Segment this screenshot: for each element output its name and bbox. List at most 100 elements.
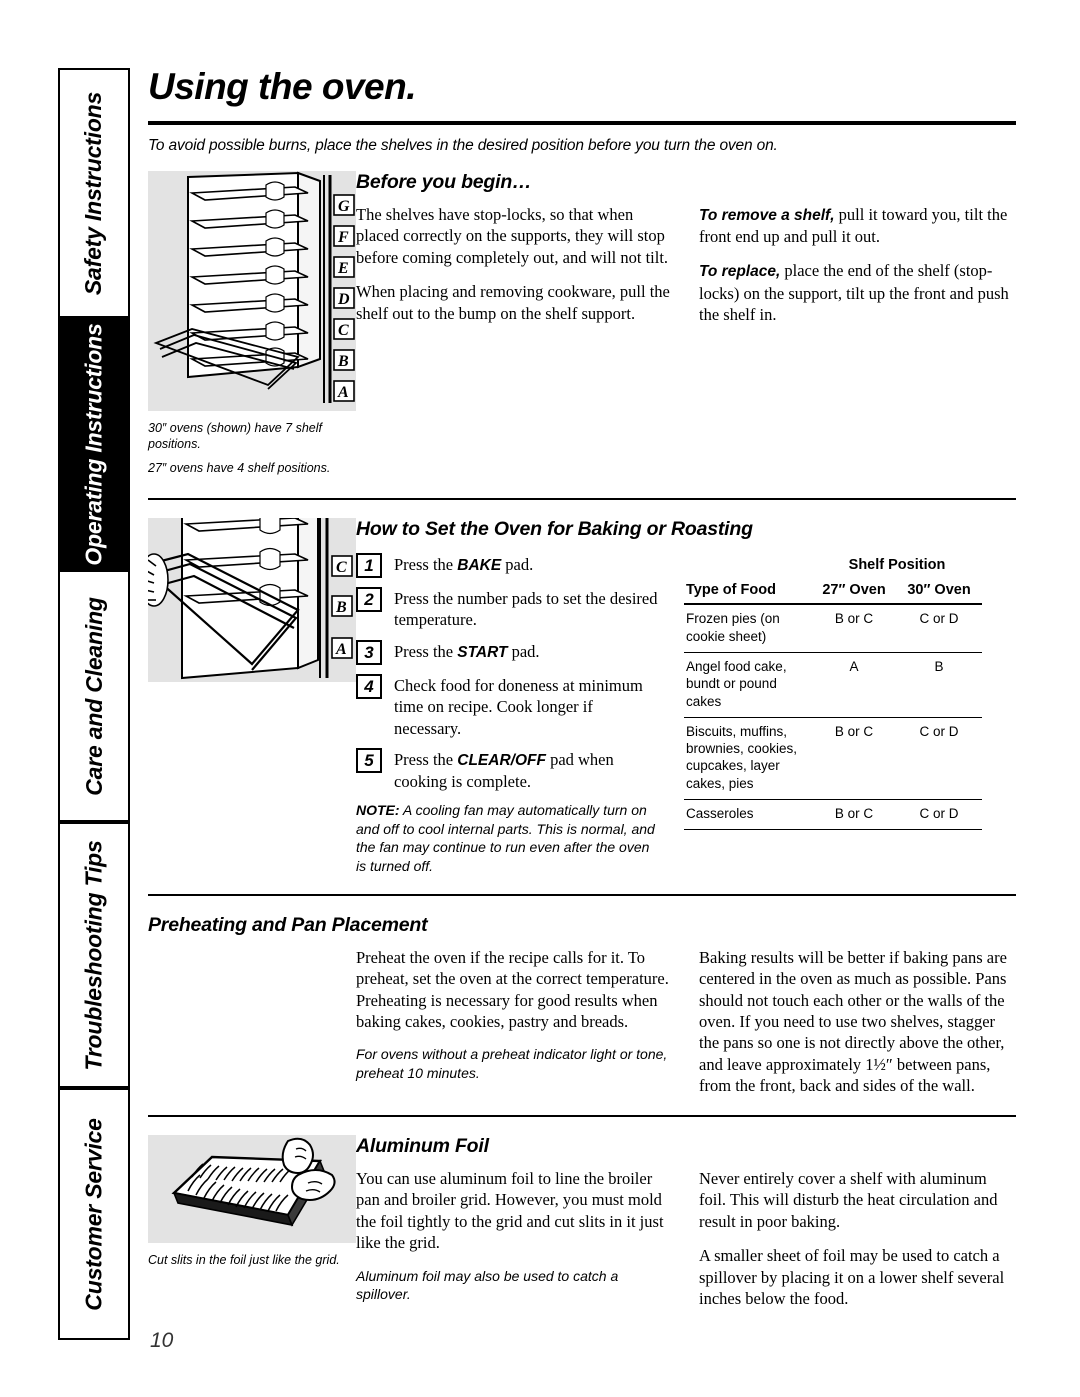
shelf-position-table-column: Shelf Position Type of Food 27″ Oven 30″… (684, 551, 984, 875)
lead-in-replace-shelf: To replace, (699, 263, 781, 281)
before-you-begin-text-column: Before you begin… The shelves have stop-… (356, 171, 1016, 477)
sidebar-tab-rail: Safety Instructions Operating Instructio… (58, 68, 130, 1340)
sidebar-tab-label: Safety Instructions (80, 91, 107, 295)
oven-shelf-positions-figure: G F E D C B A (148, 170, 356, 411)
step-number: 1 (356, 553, 382, 579)
cell-30-position: C or D (896, 799, 982, 831)
cell-30-position: C or D (896, 717, 982, 800)
step-number: 3 (356, 640, 382, 666)
cell-27-position: B or C (812, 604, 896, 653)
paragraph: Never entirely cover a shelf with alumin… (699, 1168, 998, 1231)
cell-27-position: B or C (812, 717, 896, 800)
preheating-text-column: Preheating and Pan Placement Preheat the… (148, 914, 1016, 1097)
paragraph: Baking results will be better if baking … (699, 947, 1007, 1096)
step-text: Check food for doneness at minimum time … (394, 674, 662, 739)
step-text-pre: Press the (394, 555, 458, 575)
preheating-note: For ovens without a preheat indicator li… (356, 1046, 668, 1082)
broiler-pan-foil-figure (148, 1134, 356, 1243)
preheating-left-column: Preheat the oven if the recipe calls for… (148, 947, 673, 1097)
page-subtitle: To avoid possible burns, place the shelv… (148, 136, 778, 154)
sidebar-tab-label: Customer Service (80, 1117, 107, 1311)
step-item: 2 Press the number pads to set the desir… (356, 587, 662, 631)
baking-step-list: 1 Press the BAKE pad. 2 Press the number… (356, 553, 662, 792)
step-text: Press the BAKE pad. (394, 553, 533, 578)
step-text-post: pad. (501, 555, 534, 575)
svg-text:E: E (337, 260, 349, 277)
section-baking-roasting: C B A How to Set the Oven for Baking or … (148, 518, 1016, 875)
step-text-pre: Press the number pads to set the desired… (394, 589, 658, 630)
aluminum-foil-note: Aluminum foil may also be used to catch … (356, 1267, 619, 1303)
paragraph-remove-shelf: To remove a shelf, pull it toward you, t… (699, 204, 1016, 248)
step-pad-name: BAKE (457, 557, 502, 575)
page-content: Using the oven. To avoid possible burns,… (148, 66, 1016, 1310)
cell-food-type: Biscuits, muffins, brownies, cookies, cu… (684, 717, 812, 800)
aluminum-foil-left-column: You can use aluminum foil to line the br… (356, 1168, 673, 1310)
step-item: 3 Press the START pad. (356, 640, 662, 666)
step-text-post: pad. (507, 642, 540, 662)
sidebar-tab-care-and-cleaning[interactable]: Care and Cleaning (58, 570, 130, 822)
svg-text:C: C (336, 559, 347, 576)
before-you-begin-right-column: To remove a shelf, pull it toward you, t… (699, 204, 1016, 326)
step-pad-name: START (457, 644, 508, 662)
section-divider-3 (148, 1114, 1016, 1117)
step-text-pre: Press the (394, 750, 458, 770)
oven-interior-3-positions-illustration: C B A (148, 518, 356, 683)
step-text-pre: Press the (394, 642, 458, 662)
section-heading-preheating: Preheating and Pan Placement (148, 913, 428, 936)
table-row: Biscuits, muffins, brownies, cookies, cu… (684, 717, 982, 800)
aluminum-foil-right-column: Never entirely cover a shelf with alumin… (699, 1168, 1016, 1310)
svg-text:B: B (335, 599, 347, 616)
svg-text:B: B (337, 353, 349, 370)
sidebar-tab-label: Care and Cleaning (80, 596, 107, 796)
cell-food-type: Frozen pies (on cookie sheet) (684, 604, 812, 653)
aluminum-foil-text-column: Aluminum Foil You can use aluminum foil … (356, 1135, 1016, 1310)
table-span-header-row: Shelf Position (684, 551, 982, 576)
title-divider (148, 120, 1016, 125)
step-number: 5 (356, 748, 382, 774)
section-divider-2 (148, 893, 1016, 896)
table-head: Shelf Position Type of Food 27″ Oven 30″… (684, 551, 982, 606)
svg-text:G: G (338, 198, 350, 215)
paragraph: When placing and removing cookware, pull… (356, 282, 670, 323)
section-aluminum-foil: Cut slits in the foil just like the grid… (148, 1134, 1016, 1310)
section-heading-aluminum-foil: Aluminum Foil (356, 1134, 489, 1157)
section-divider-1 (148, 498, 1016, 501)
baking-text-column: How to Set the Oven for Baking or Roasti… (356, 518, 1016, 875)
step-item: 5 Press the CLEAR/OFF pad when cooking i… (356, 748, 662, 792)
page-number: 10 (150, 1329, 174, 1352)
table-row: Casseroles B or C C or D (684, 799, 982, 831)
sidebar-tab-safety-instructions[interactable]: Safety Instructions (58, 68, 130, 318)
step-text: Press the START pad. (394, 640, 540, 665)
before-you-begin-left-column: The shelves have stop-locks, so that whe… (356, 204, 673, 326)
svg-text:C: C (338, 322, 349, 339)
step-number: 4 (356, 674, 382, 700)
page-title: Using the oven. (148, 66, 416, 107)
preheating-right-column: Baking results will be better if baking … (699, 947, 1016, 1097)
sidebar-tab-label: Operating Instructions (80, 322, 107, 566)
cell-food-type: Angel food cake, bundt or pound cakes (684, 652, 812, 718)
step-number: 2 (356, 587, 382, 613)
figure-caption-30-inch: 30″ ovens (shown) have 7 shelf positions… (148, 420, 322, 452)
paragraph: You can use aluminum foil to line the br… (356, 1168, 664, 1253)
page-header: Using the oven. To avoid possible burns,… (148, 66, 1016, 155)
section-heading-before-you-begin: Before you begin… (356, 170, 532, 193)
cell-27-position: A (812, 652, 896, 718)
cell-27-position: B or C (812, 799, 896, 831)
table-span-header: Shelf Position (848, 557, 946, 574)
table-header-type-of-food: Type of Food (684, 575, 812, 606)
step-pad-name: CLEAR/OFF (457, 752, 546, 770)
baking-steps-column: 1 Press the BAKE pad. 2 Press the number… (356, 551, 662, 875)
before-you-begin-figure-column: G F E D C B A 30″ ovens (shown) have 7 s… (148, 170, 356, 477)
broiler-grid-foil-illustration (148, 1134, 356, 1243)
sidebar-tab-troubleshooting-tips[interactable]: Troubleshooting Tips (58, 822, 130, 1088)
lead-in-remove-shelf: To remove a shelf, (699, 206, 835, 224)
section-heading-baking-roasting: How to Set the Oven for Baking or Roasti… (356, 518, 753, 541)
spacer-cell (684, 551, 812, 576)
table-body: Frozen pies (on cookie sheet) B or C C o… (684, 604, 982, 831)
sidebar-tab-operating-instructions[interactable]: Operating Instructions (58, 318, 130, 570)
table-row: Angel food cake, bundt or pound cakes A … (684, 652, 982, 718)
shelf-position-table: Shelf Position Type of Food 27″ Oven 30″… (684, 551, 982, 831)
section-before-you-begin: G F E D C B A 30″ ovens (shown) have 7 s… (148, 170, 1016, 477)
sidebar-tab-customer-service[interactable]: Customer Service (58, 1088, 130, 1340)
sidebar-tab-label: Troubleshooting Tips (80, 839, 107, 1071)
